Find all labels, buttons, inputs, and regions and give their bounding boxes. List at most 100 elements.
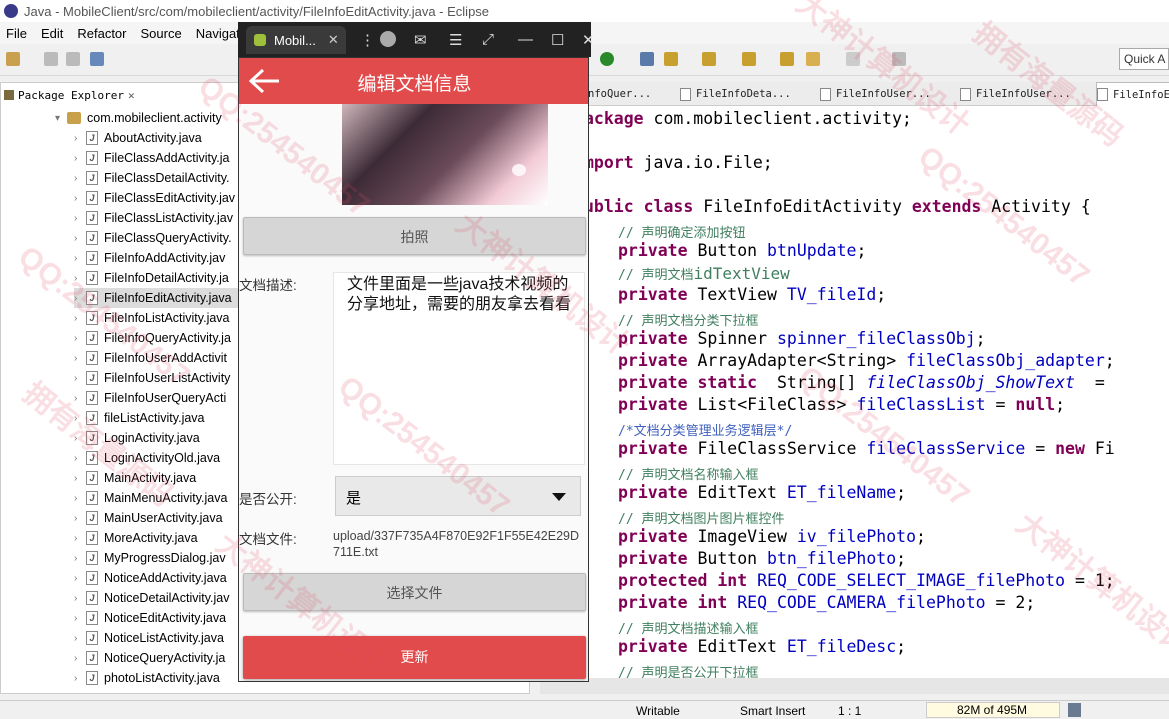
next-annotation-icon[interactable]: [702, 52, 716, 66]
save-all-icon[interactable]: [66, 52, 80, 66]
tree-file[interactable]: › J MainMenuActivity.java: [74, 488, 227, 508]
save-icon[interactable]: [44, 52, 58, 66]
chevron-down-icon[interactable]: ▾: [55, 113, 67, 124]
search-icon[interactable]: [664, 52, 678, 66]
editor-tab[interactable]: FileInfoUser...: [820, 82, 950, 106]
code-editor[interactable]: ackage com.mobileclient.activity; mport …: [540, 106, 1169, 678]
chevron-right-icon[interactable]: ›: [74, 633, 86, 644]
tree-file[interactable]: › J FileInfoEditActivity.java: [74, 288, 244, 308]
tree-file[interactable]: › J AboutActivity.java: [74, 128, 202, 148]
chevron-right-icon[interactable]: ›: [74, 273, 86, 284]
editor-tab[interactable]: FileInfoUser...: [960, 82, 1090, 106]
tree-file[interactable]: › J NoticeEditActivity.java: [74, 608, 226, 628]
editor-horizontal-scrollbar[interactable]: [540, 678, 1169, 694]
minimize-icon[interactable]: —: [518, 31, 533, 48]
prev-annotation-icon[interactable]: [742, 52, 756, 66]
tree-file[interactable]: › J FileInfoQueryActivity.ja: [74, 328, 231, 348]
forward-icon[interactable]: [846, 52, 860, 66]
tree-file[interactable]: › J FileClassQueryActivity.: [74, 228, 232, 248]
chevron-right-icon[interactable]: ›: [74, 233, 86, 244]
chevron-right-icon[interactable]: ›: [74, 613, 86, 624]
tree-file[interactable]: › J NoticeAddActivity.java: [74, 568, 227, 588]
chevron-right-icon[interactable]: ›: [74, 173, 86, 184]
tree-file[interactable]: › J FileClassAddActivity.ja: [74, 148, 230, 168]
chevron-right-icon[interactable]: ›: [74, 213, 86, 224]
tree-file[interactable]: › JfileListActivity.java: [74, 408, 205, 428]
tree-file[interactable]: › J NoticeDetailActivity.jav: [74, 588, 230, 608]
tree-file[interactable]: › J LoginActivityOld.java: [74, 448, 220, 468]
chevron-right-icon[interactable]: ›: [74, 493, 86, 504]
editor-tab[interactable]: FileInfoDeta...: [680, 82, 810, 106]
tree-file[interactable]: › JphotoListActivity.java: [74, 668, 220, 688]
menu-file[interactable]: File: [6, 26, 27, 41]
chevron-right-icon[interactable]: ›: [74, 353, 86, 364]
close-icon[interactable]: ✕: [128, 89, 135, 102]
chevron-right-icon[interactable]: ›: [74, 373, 86, 384]
tree-file[interactable]: › J FileInfoUserAddActivit: [74, 348, 227, 368]
open-type-icon[interactable]: [640, 52, 654, 66]
trash-icon[interactable]: [1068, 703, 1081, 717]
menu-icon[interactable]: ☰: [449, 31, 462, 49]
chevron-right-icon[interactable]: ›: [74, 293, 86, 304]
file-photo-image[interactable]: [342, 104, 548, 205]
menu-refactor[interactable]: Refactor: [77, 26, 126, 41]
chevron-right-icon[interactable]: ›: [74, 313, 86, 324]
tree-file[interactable]: › J FileClassEditActivity.jav: [74, 188, 235, 208]
mail-icon[interactable]: ✉: [414, 31, 427, 49]
tree-file[interactable]: › J MainUserActivity.java: [74, 508, 223, 528]
update-button[interactable]: 更新: [243, 636, 586, 679]
chevron-right-icon[interactable]: ›: [74, 433, 86, 444]
chevron-right-icon[interactable]: ›: [74, 133, 86, 144]
last-edit-icon[interactable]: [780, 52, 794, 66]
choose-file-button[interactable]: 选择文件: [243, 573, 586, 611]
public-select[interactable]: 是: [335, 476, 581, 516]
quick-access-input[interactable]: Quick A: [1119, 48, 1169, 70]
print-icon[interactable]: [90, 52, 104, 66]
chevron-right-icon[interactable]: ›: [74, 593, 86, 604]
close-window-icon[interactable]: ✕: [582, 31, 595, 49]
back-icon[interactable]: [806, 52, 820, 66]
tree-file[interactable]: › J MyProgressDialog.jav: [74, 548, 226, 568]
resize-icon[interactable]: ⤢: [482, 31, 494, 48]
menu-navigate[interactable]: Navigat: [196, 26, 240, 41]
tree-file[interactable]: › J FileInfoUserQueryActi: [74, 388, 226, 408]
chevron-right-icon[interactable]: ›: [74, 393, 86, 404]
run-icon[interactable]: [600, 52, 614, 66]
menu-source[interactable]: Source: [141, 26, 182, 41]
editor-tab-active[interactable]: FileInfoE: [1096, 82, 1169, 106]
chevron-right-icon[interactable]: ›: [74, 673, 86, 684]
editor-tab[interactable]: nfoQuer...: [588, 82, 688, 106]
tree-file[interactable]: › J FileClassListActivity.jav: [74, 208, 233, 228]
chevron-right-icon[interactable]: ›: [74, 553, 86, 564]
tree-file[interactable]: › J FileInfoUserListActivity: [74, 368, 230, 388]
tree-file[interactable]: › J FileInfoDetailActivity.ja: [74, 268, 229, 288]
chevron-right-icon[interactable]: ›: [74, 333, 86, 344]
chevron-right-icon[interactable]: ›: [74, 533, 86, 544]
new-icon[interactable]: [6, 52, 20, 66]
tree-file[interactable]: › J NoticeQueryActivity.ja: [74, 648, 225, 668]
desc-input[interactable]: 文件里面是一些java技术视频的分享地址，需要的朋友拿去看看: [333, 272, 585, 465]
take-photo-button[interactable]: 拍照: [243, 217, 586, 255]
chevron-right-icon[interactable]: ›: [74, 573, 86, 584]
chevron-right-icon[interactable]: ›: [74, 513, 86, 524]
chevron-right-icon[interactable]: ›: [74, 453, 86, 464]
menu-edit[interactable]: Edit: [41, 26, 63, 41]
chevron-right-icon[interactable]: ›: [74, 413, 86, 424]
chevron-right-icon[interactable]: ›: [74, 153, 86, 164]
tree-file[interactable]: › J LoginActivity.java: [74, 428, 200, 448]
tree-file[interactable]: › J FileInfoAddActivity.jav: [74, 248, 225, 268]
package-explorer-tab[interactable]: Package Explorer ✕: [4, 84, 135, 106]
pin-icon[interactable]: [892, 52, 906, 66]
tree-package[interactable]: ▾ com.mobileclient.activity: [55, 108, 222, 128]
emulator-tab[interactable]: Mobil... ✕: [246, 26, 346, 54]
tree-file[interactable]: › J MainActivity.java: [74, 468, 196, 488]
tree-file[interactable]: › J NoticeListActivity.java: [74, 628, 224, 648]
close-icon[interactable]: ✕: [328, 32, 339, 48]
tree-file[interactable]: › J MoreActivity.java: [74, 528, 198, 548]
more-icon[interactable]: ⋮: [360, 31, 375, 49]
maximize-icon[interactable]: ☐: [551, 31, 564, 49]
chevron-right-icon[interactable]: ›: [74, 473, 86, 484]
tree-file[interactable]: › J FileClassDetailActivity.: [74, 168, 230, 188]
account-icon[interactable]: [380, 31, 396, 47]
chevron-right-icon[interactable]: ›: [74, 253, 86, 264]
